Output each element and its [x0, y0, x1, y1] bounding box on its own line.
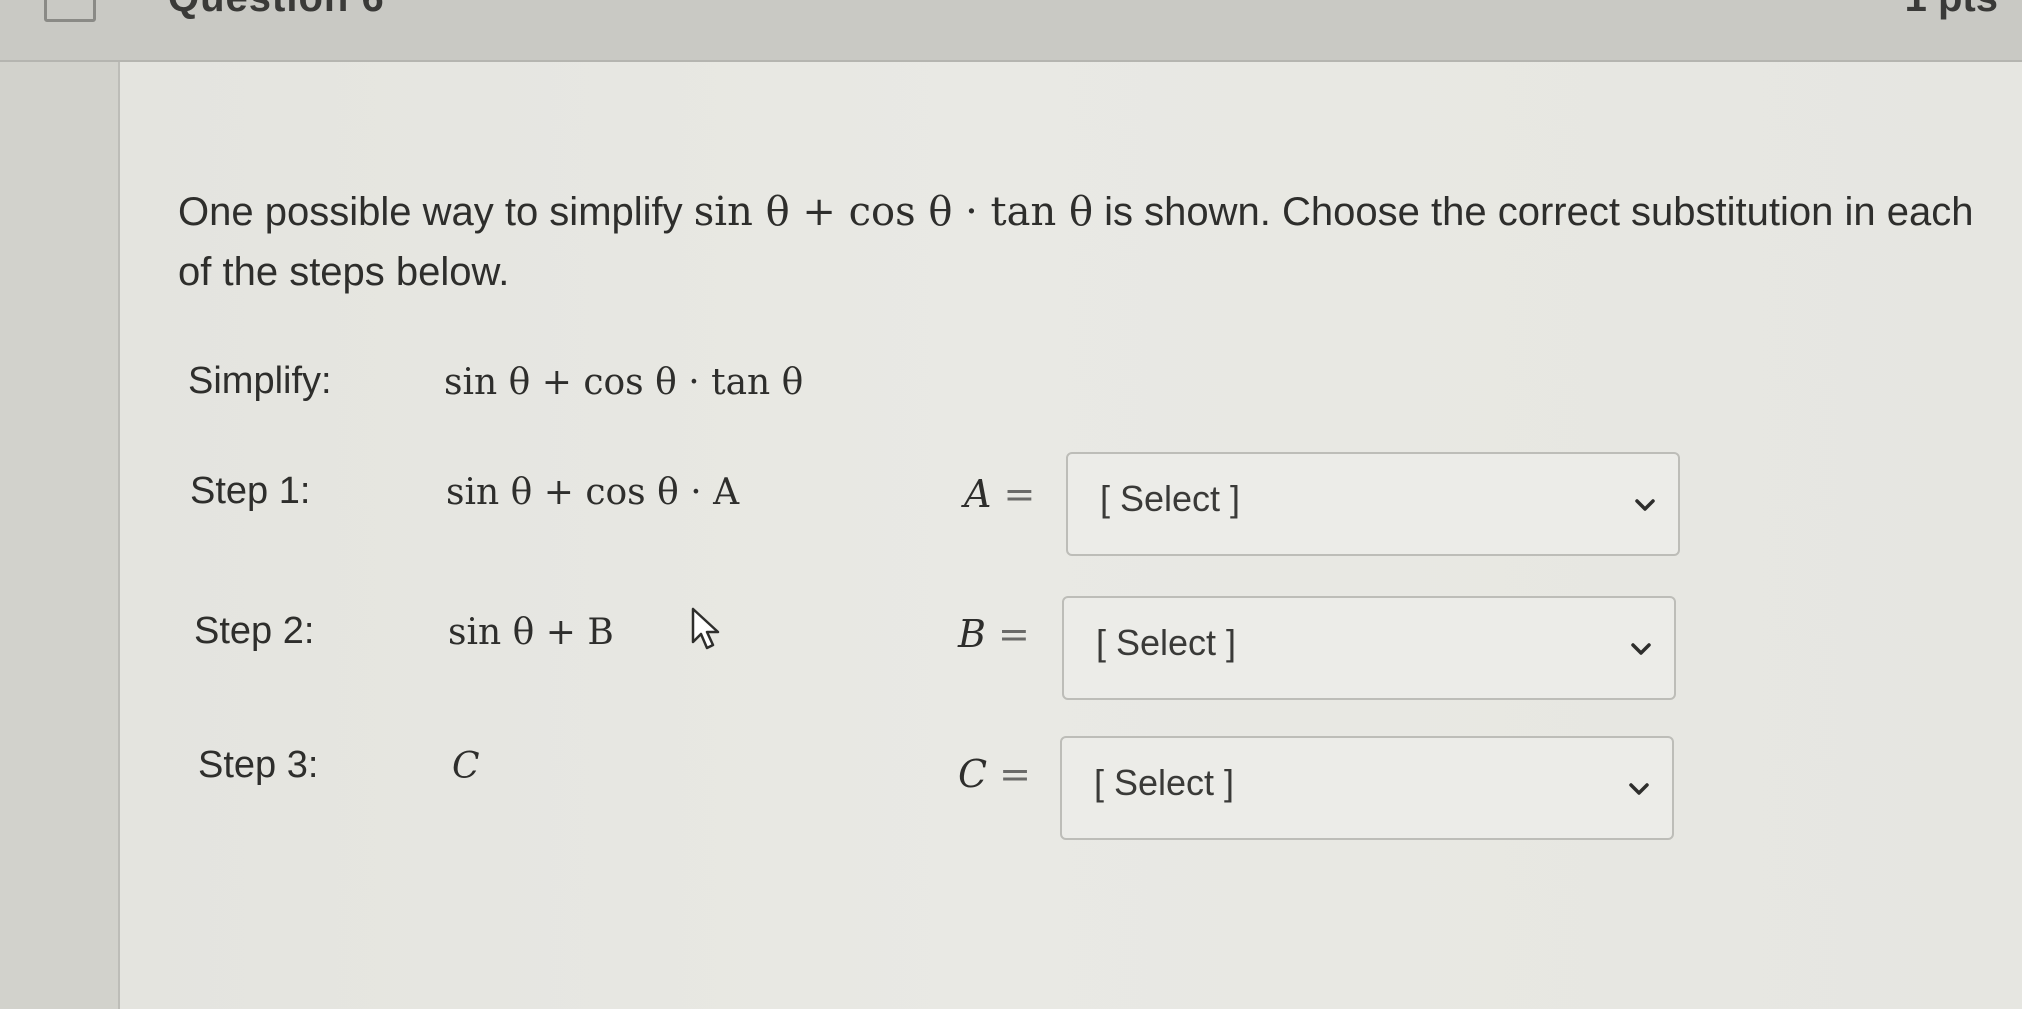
step-3-expression: C [452, 746, 480, 787]
var-a: A [964, 472, 992, 516]
step-1-variable: A = [964, 472, 1035, 516]
prompt-text-start: One possible way to simplify [178, 190, 694, 234]
question-header: Question 6 1 pts [0, 0, 2022, 62]
select-b-dropdown[interactable]: [ Select ] [1062, 596, 1676, 700]
flag-question-icon[interactable] [44, 0, 96, 22]
step-2-expression: sin θ + B [448, 612, 614, 653]
step-3-label: Step 3: [198, 744, 319, 786]
var-c: C [958, 752, 988, 796]
step-1-label: Step 1: [190, 470, 311, 512]
question-points: 1 pts [1905, 0, 1998, 21]
step-3-variable: C = [958, 752, 1031, 796]
question-prompt: One possible way to simplify sin θ + cos… [178, 182, 1998, 302]
chevron-down-icon [1631, 643, 1651, 655]
simplify-label: Simplify: [188, 360, 332, 402]
select-c-dropdown[interactable]: [ Select ] [1060, 736, 1674, 840]
prompt-expression: sin θ + cos θ · tan θ [693, 189, 1094, 235]
step-1-expression: sin θ + cos θ · A [446, 472, 740, 513]
select-a-dropdown[interactable]: [ Select ] [1066, 452, 1680, 556]
step-2-label: Step 2: [194, 610, 315, 652]
equals-sign: = [999, 752, 1032, 796]
select-b-value: [ Select ] [1096, 622, 1237, 663]
mouse-pointer-icon [691, 607, 720, 650]
step-2-variable: B = [958, 612, 1030, 656]
question-title: Question 6 [168, 0, 385, 21]
select-a-value: [ Select ] [1100, 478, 1241, 519]
equals-sign: = [998, 612, 1030, 656]
equals-sign: = [1003, 472, 1036, 516]
chevron-down-icon [1635, 499, 1655, 511]
simplify-expression: sin θ + cos θ · tan θ [444, 362, 804, 403]
var-b: B [958, 612, 986, 656]
page: Question 6 1 pts One possible way to sim… [0, 0, 2022, 1009]
chevron-down-icon [1629, 783, 1649, 795]
select-c-value: [ Select ] [1094, 762, 1235, 803]
